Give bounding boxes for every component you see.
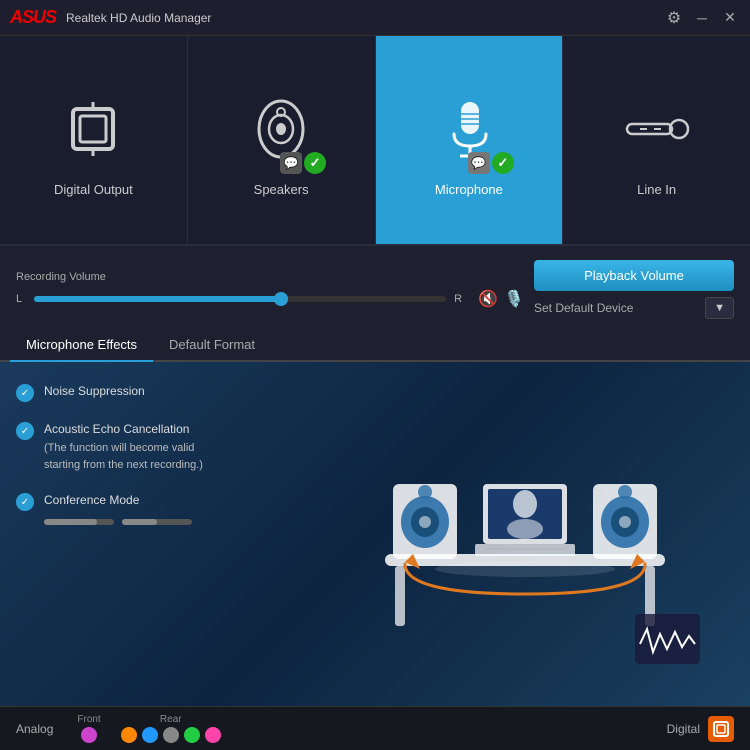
app-title: Realtek HD Audio Manager — [66, 11, 664, 25]
line-in-label: Line In — [637, 182, 676, 197]
titlebar: ASUS Realtek HD Audio Manager ⚙ ─ ✕ — [0, 0, 750, 36]
playback-volume-button[interactable]: Playback Volume — [534, 260, 734, 291]
rear-dot-1[interactable] — [121, 727, 137, 743]
microphone-mute-icon[interactable]: 🎙️ — [504, 289, 524, 309]
digital-output-icon — [48, 84, 138, 174]
tab-speakers[interactable]: 💬 ✓ Speakers — [188, 36, 376, 244]
right-controls: Playback Volume Set Default Device ▼ — [534, 260, 734, 319]
digital-icon[interactable] — [708, 716, 734, 742]
acoustic-echo-check-icon: ✓ — [21, 426, 29, 437]
rear-dot-2[interactable] — [142, 727, 158, 743]
conf-slider-fill-1 — [44, 519, 97, 525]
default-device-label: Set Default Device — [534, 301, 701, 315]
acoustic-echo-title: Acoustic Echo Cancellation — [44, 420, 203, 438]
effects-panel: ✓ Noise Suppression ✓ Acoustic Echo Canc… — [0, 362, 750, 706]
slider-left-label: L — [16, 293, 26, 305]
speakers-badges: 💬 ✓ — [280, 152, 326, 174]
status-bar: Analog Front Rear Digital — [0, 706, 750, 750]
slider-fill — [34, 296, 281, 302]
mic-chat-badge: 💬 — [468, 152, 490, 174]
tab-line-in[interactable]: Line In — [563, 36, 750, 244]
noise-suppression-item: ✓ Noise Suppression — [16, 382, 284, 402]
acoustic-echo-subtitle: (The function will become validstarting … — [44, 440, 203, 473]
rear-group: Rear — [121, 714, 221, 743]
mic-check-badge: ✓ — [492, 152, 514, 174]
effects-left: ✓ Noise Suppression ✓ Acoustic Echo Canc… — [0, 362, 300, 706]
analog-label: Analog — [16, 722, 53, 736]
room-illustration — [300, 362, 750, 706]
asus-logo: ASUS — [10, 7, 56, 28]
speakers-label: Speakers — [254, 182, 309, 197]
front-group: Front — [77, 714, 100, 743]
slider-right-label: R — [454, 293, 464, 305]
acoustic-echo-checkbox[interactable]: ✓ — [16, 422, 34, 440]
noise-suppression-check-icon: ✓ — [21, 388, 29, 399]
settings-icon[interactable]: ⚙ — [664, 8, 684, 28]
rear-dot-4[interactable] — [184, 727, 200, 743]
dropdown-arrow: ▼ — [714, 302, 725, 314]
recording-volume-slider[interactable] — [34, 296, 446, 302]
volume-icons: 🔇 🎙️ — [478, 289, 524, 309]
rear-dot-3[interactable] — [163, 727, 179, 743]
tab-digital-output[interactable]: Digital Output — [0, 36, 188, 244]
window-controls: ⚙ ─ ✕ — [664, 8, 740, 28]
speaker-mute-icon[interactable]: 🔇 — [478, 289, 498, 309]
conf-slider-fill-2 — [122, 519, 157, 525]
rear-dot-5[interactable] — [205, 727, 221, 743]
minimize-button[interactable]: ─ — [692, 8, 712, 28]
slider-thumb[interactable] — [274, 292, 288, 306]
room-svg — [335, 384, 715, 684]
front-dots — [81, 727, 97, 743]
front-dot-1[interactable] — [81, 727, 97, 743]
conference-mode-label: Conference Mode — [44, 491, 139, 509]
effects-tabs: Microphone Effects Default Format — [0, 329, 750, 362]
default-device-dropdown[interactable]: ▼ — [705, 297, 734, 319]
conference-mode-item: ✓ Conference Mode — [16, 491, 284, 511]
acoustic-echo-label: Acoustic Echo Cancellation (The function… — [44, 420, 203, 473]
device-tabs: Digital Output 💬 ✓ Speakers — [0, 36, 750, 246]
volume-label: Recording Volume — [16, 271, 524, 283]
noise-suppression-checkbox[interactable]: ✓ — [16, 384, 34, 402]
rear-dots — [121, 727, 221, 743]
tab-microphone[interactable]: 💬 ✓ Microphone — [376, 36, 564, 244]
main-container: Digital Output 💬 ✓ Speakers — [0, 36, 750, 750]
conference-sliders — [44, 519, 284, 525]
front-label: Front — [77, 714, 100, 725]
noise-suppression-label: Noise Suppression — [44, 382, 145, 400]
conference-slider-1[interactable] — [44, 519, 114, 525]
chat-badge: 💬 — [280, 152, 302, 174]
microphone-badges: 💬 ✓ — [468, 152, 514, 174]
tab-microphone-effects[interactable]: Microphone Effects — [10, 329, 153, 362]
acoustic-echo-item: ✓ Acoustic Echo Cancellation (The functi… — [16, 420, 284, 473]
volume-section: Recording Volume L R 🔇 🎙️ — [16, 271, 524, 309]
digital-output-label: Digital Output — [54, 182, 133, 197]
slider-row: L R 🔇 🎙️ — [16, 289, 524, 309]
line-in-icon — [612, 84, 702, 174]
microphone-label: Microphone — [435, 182, 503, 197]
close-button[interactable]: ✕ — [720, 8, 740, 28]
conference-mode-section: ✓ Conference Mode — [16, 491, 284, 525]
check-badge: ✓ — [304, 152, 326, 174]
conference-mode-checkbox[interactable]: ✓ — [16, 493, 34, 511]
conference-slider-2[interactable] — [122, 519, 192, 525]
microphone-icon-container: 💬 ✓ — [424, 84, 514, 174]
default-device-row: Set Default Device ▼ — [534, 297, 734, 319]
rear-label: Rear — [160, 714, 182, 725]
digital-label: Digital — [667, 722, 700, 736]
conference-mode-check-icon: ✓ — [21, 497, 29, 508]
digital-section: Digital — [667, 716, 734, 742]
controls-area: Recording Volume L R 🔇 🎙️ Playback Volum… — [0, 246, 750, 329]
tab-default-format[interactable]: Default Format — [153, 329, 271, 362]
speakers-icon-container: 💬 ✓ — [236, 84, 326, 174]
